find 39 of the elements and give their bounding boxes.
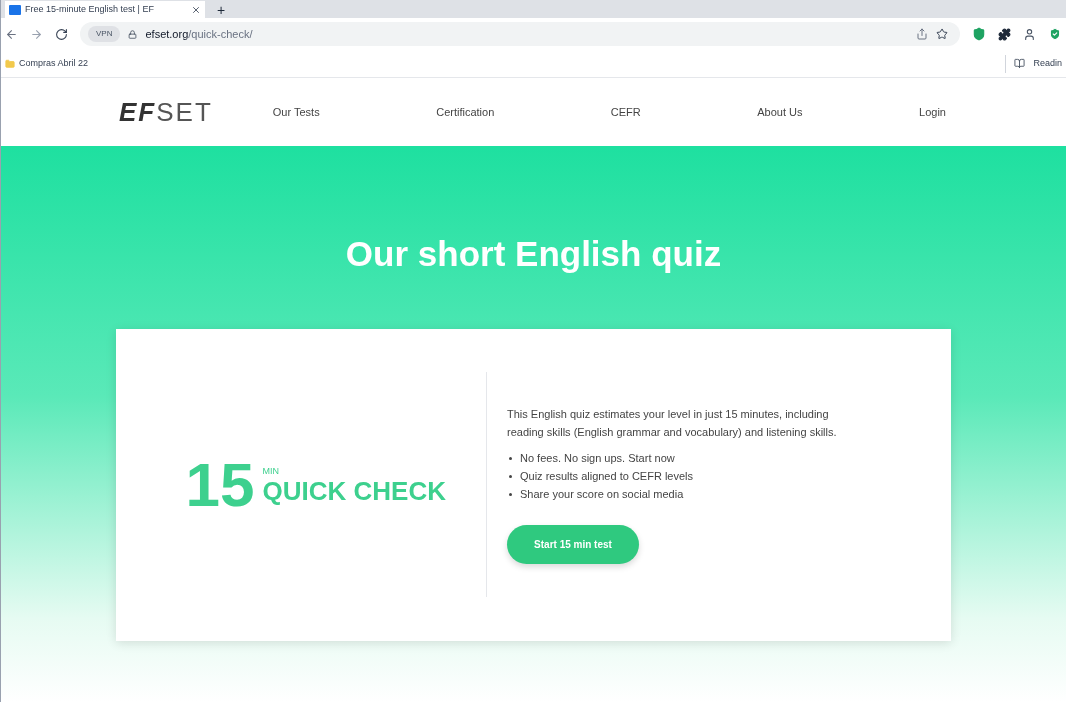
hero-title: Our short English quiz — [345, 233, 722, 275]
bullet-icon — [509, 456, 512, 460]
nav-link[interactable]: Login — [919, 103, 946, 121]
browser-tab[interactable]: Free 15-minute English test | EF — [5, 1, 205, 18]
shield-icon[interactable] — [972, 27, 986, 41]
reading-list-label[interactable]: Readin — [1033, 56, 1062, 71]
nav-link[interactable]: Certification — [436, 103, 495, 121]
star-icon[interactable] — [936, 28, 948, 40]
feature-item: No fees. No sign ups. Start now — [520, 450, 675, 466]
forward-icon[interactable] — [30, 27, 43, 41]
feature-item: Share your score on social media — [520, 486, 684, 502]
quiz-description: This English quiz estimates your level in just 15 minutes, including reading skills (English grammar and vocabulary) and listening skills. — [507, 407, 838, 440]
lock-icon — [128, 29, 138, 39]
url-text: efset.org/quick-check/ — [145, 26, 253, 42]
folder-icon — [5, 58, 15, 69]
site-favicon — [9, 4, 21, 15]
bullet-icon — [509, 492, 512, 496]
vpn-badge[interactable]: VPN — [88, 26, 121, 42]
tab-title: Free 15-minute English test | EF — [25, 2, 154, 16]
share-icon[interactable] — [916, 28, 928, 40]
new-tab-button[interactable]: + — [217, 2, 226, 18]
close-icon[interactable] — [191, 4, 201, 15]
bullet-icon — [509, 474, 512, 478]
shield-check-icon[interactable] — [1048, 27, 1062, 41]
quiz-name: QUICK CHECK — [262, 478, 446, 505]
efset-logo[interactable]: EFSET — [119, 92, 213, 132]
reading-list-icon[interactable] — [1014, 58, 1026, 69]
address-bar[interactable]: VPN efset.org/quick-check/ — [80, 22, 960, 46]
minutes-number: 15 — [185, 453, 255, 516]
profile-icon[interactable] — [1023, 27, 1036, 41]
back-icon[interactable] — [5, 27, 18, 41]
reload-icon[interactable] — [55, 27, 68, 41]
feature-item: Quiz results aligned to CEFR levels — [520, 468, 693, 484]
nav-link[interactable]: About Us — [757, 103, 803, 121]
bookmark-item[interactable]: Compras Abril 22 — [19, 56, 89, 71]
nav-link[interactable]: Our Tests — [272, 103, 320, 121]
nav-link[interactable]: CEFR — [610, 103, 641, 121]
extensions-icon[interactable] — [998, 27, 1011, 41]
minutes-unit: MIN — [262, 464, 281, 478]
